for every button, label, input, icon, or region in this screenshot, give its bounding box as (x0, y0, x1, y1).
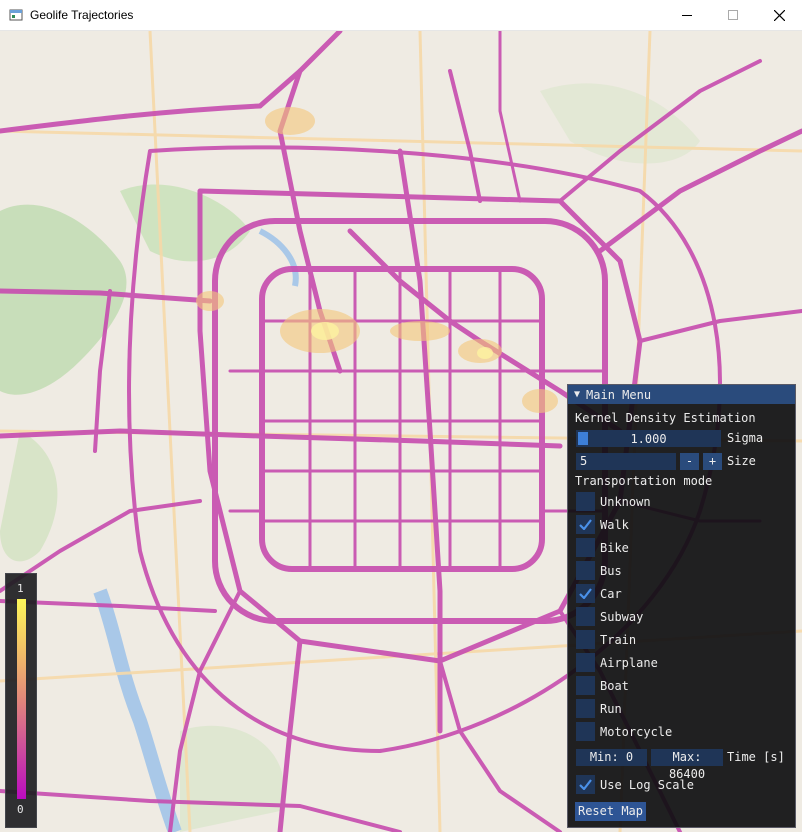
mode-label: Bus (600, 563, 622, 578)
mode-toggle-bus[interactable]: Bus (576, 561, 622, 580)
maximize-icon (728, 10, 738, 20)
main-menu-header[interactable]: ▼ Main Menu (568, 385, 795, 404)
mode-label: Airplane (600, 655, 658, 670)
colorbar-gradient (17, 599, 26, 799)
colorbar-max-label: 1 (17, 582, 24, 595)
mode-checkbox[interactable] (576, 722, 595, 741)
mode-toggle-unknown[interactable]: Unknown (576, 492, 651, 511)
mode-label: Run (600, 701, 622, 716)
mode-toggle-airplane[interactable]: Airplane (576, 653, 658, 672)
mode-checkbox[interactable] (576, 515, 595, 534)
mode-toggle-motorcycle[interactable]: Motorcycle (576, 722, 672, 741)
collapse-triangle-icon[interactable]: ▼ (574, 389, 580, 400)
size-label: Size (727, 454, 756, 468)
sigma-slider-grab[interactable] (578, 432, 588, 445)
main-menu-panel: ▼ Main Menu Kernel Density Estimation 1.… (567, 384, 796, 828)
mode-label: Unknown (600, 494, 651, 509)
mode-toggle-bike[interactable]: Bike (576, 538, 629, 557)
time-min-input[interactable]: Min: 0 (576, 749, 647, 766)
mode-label: Train (600, 632, 637, 647)
mode-toggle-subway[interactable]: Subway (576, 607, 643, 626)
log-scale-checkbox[interactable] (576, 775, 595, 794)
size-decrement-button[interactable]: - (680, 453, 699, 470)
close-button[interactable] (756, 0, 802, 30)
mode-checkbox[interactable] (576, 561, 595, 580)
checkmark-icon (579, 588, 592, 599)
mode-checkbox[interactable] (576, 630, 595, 649)
mode-label: Boat (600, 678, 629, 693)
mode-label: Motorcycle (600, 724, 673, 739)
mode-checkbox[interactable] (576, 653, 595, 672)
mode-toggle-walk[interactable]: Walk (576, 515, 629, 534)
log-scale-label: Use Log Scale (600, 777, 694, 792)
maximize-button[interactable] (710, 0, 756, 30)
sigma-value: 1.000 (630, 431, 667, 446)
close-icon (773, 9, 785, 21)
mode-label: Bike (600, 540, 629, 555)
mode-checkbox[interactable] (576, 584, 595, 603)
checkmark-icon (579, 779, 592, 790)
density-colorbar: 1 0 (5, 573, 37, 828)
time-max-input[interactable]: Max: 86400 (651, 749, 723, 781)
mode-label: Car (600, 586, 622, 601)
mode-checkbox[interactable] (576, 699, 595, 718)
main-menu-title: Main Menu (586, 387, 652, 402)
mode-label: Subway (600, 609, 644, 624)
size-input[interactable]: 5 (576, 453, 676, 470)
title-bar: Geolife Trajectories (0, 0, 802, 31)
log-scale-toggle[interactable]: Use Log Scale (576, 775, 694, 794)
kde-section-label: Kernel Density Estimation (575, 411, 756, 425)
mode-checkbox[interactable] (576, 538, 595, 557)
minimize-icon (682, 15, 692, 16)
mode-checkbox[interactable] (576, 492, 595, 511)
mode-label: Walk (600, 517, 629, 532)
mode-toggle-train[interactable]: Train (576, 630, 636, 649)
colorbar-min-label: 0 (17, 803, 24, 816)
mode-checkbox[interactable] (576, 676, 595, 695)
window-title: Geolife Trajectories (30, 8, 134, 22)
minimize-button[interactable] (664, 0, 710, 30)
mode-toggle-boat[interactable]: Boat (576, 676, 629, 695)
sigma-label: Sigma (727, 431, 764, 445)
size-increment-button[interactable]: + (703, 453, 722, 470)
mode-checkbox[interactable] (576, 607, 595, 626)
mode-toggle-run[interactable]: Run (576, 699, 622, 718)
app-icon (9, 9, 23, 21)
transport-section-label: Transportation mode (575, 474, 713, 488)
mode-toggle-car[interactable]: Car (576, 584, 622, 603)
sigma-slider[interactable]: 1.000 (576, 430, 721, 447)
reset-map-button[interactable]: Reset Map (575, 802, 646, 821)
checkmark-icon (579, 519, 592, 530)
time-label: Time [s] (727, 750, 785, 764)
